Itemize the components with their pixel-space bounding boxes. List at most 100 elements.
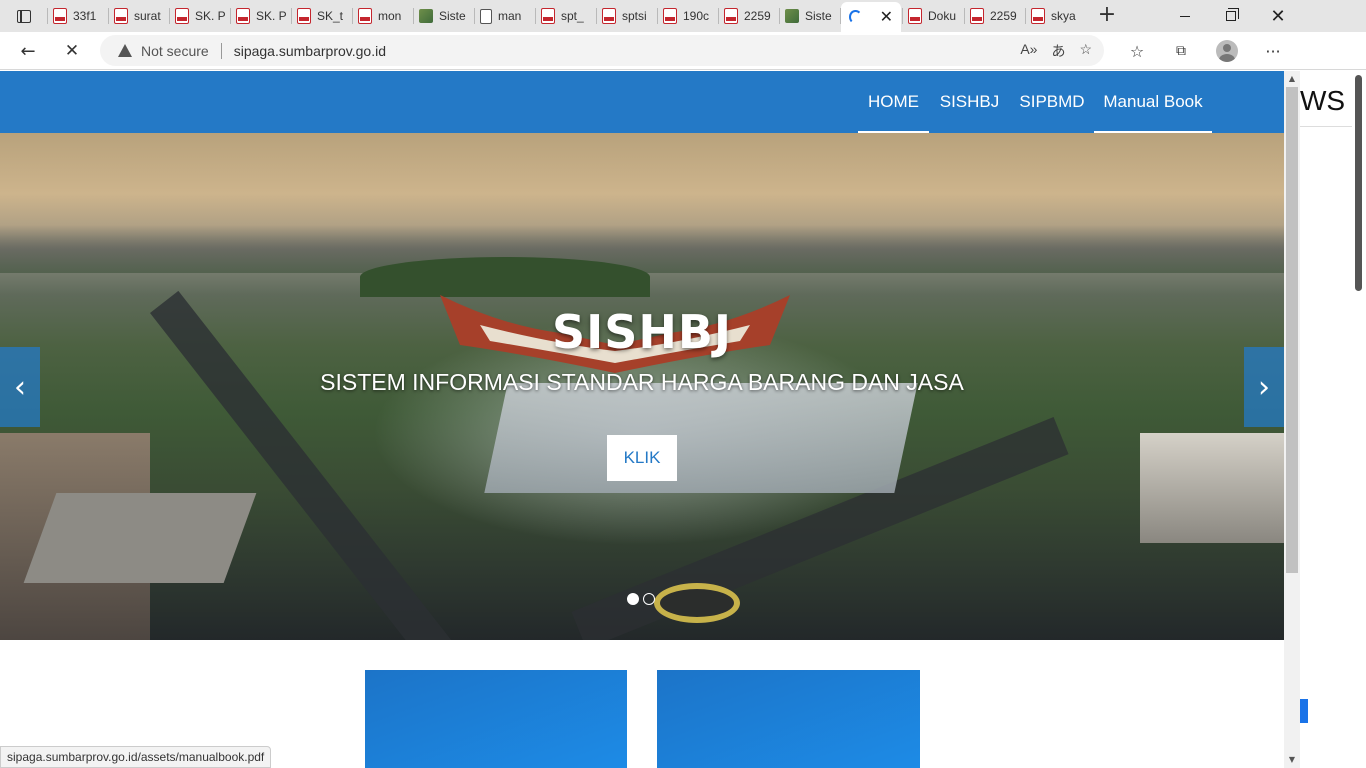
- nav-home[interactable]: HOME: [858, 71, 929, 133]
- carousel-indicators: [627, 593, 655, 605]
- pdf-icon: [724, 8, 738, 24]
- browser-tab[interactable]: 2259: [724, 4, 775, 28]
- document-icon: [480, 8, 492, 24]
- tab-separator: [596, 8, 597, 24]
- hero-subtitle: SISTEM INFORMASI STANDAR HARGA BARANG DA…: [320, 369, 964, 395]
- scroll-up-arrow-icon[interactable]: ▲: [1284, 71, 1300, 87]
- pdf-icon: [1031, 8, 1045, 24]
- browser-tab[interactable]: SK. P: [175, 4, 226, 28]
- browser-tab[interactable]: SK. P: [236, 4, 287, 28]
- tab-separator: [413, 8, 414, 24]
- pdf-icon: [970, 8, 984, 24]
- tab-separator: [47, 8, 48, 24]
- scroll-down-arrow-icon[interactable]: ▼: [1284, 752, 1300, 768]
- pdf-icon: [541, 8, 555, 24]
- tab-separator: [964, 8, 965, 24]
- hero-carousel: SISHBJ SISTEM INFORMASI STANDAR HARGA BA…: [0, 133, 1284, 640]
- tab-title: surat: [134, 9, 161, 23]
- carousel-next-chevron-icon[interactable]: ›: [1244, 347, 1284, 427]
- scrollbar-thumb[interactable]: [1286, 87, 1298, 573]
- pdf-icon: [53, 8, 67, 24]
- tab-separator: [169, 8, 170, 24]
- side-window-panel: WS: [1300, 71, 1366, 768]
- service-card-sishbj[interactable]: [365, 670, 627, 768]
- add-favorite-star-icon[interactable]: ☆: [1079, 41, 1092, 61]
- tab-title: spt_: [561, 9, 584, 23]
- tab-title: SK. P: [256, 9, 287, 23]
- back-arrow-icon[interactable]: ←: [13, 37, 43, 65]
- tab-separator: [779, 8, 780, 24]
- service-card-sipbmd[interactable]: [657, 670, 920, 768]
- browser-tab[interactable]: 33f1: [53, 4, 104, 28]
- site-navbar: HOME SISHBJ SIPBMD Manual Book: [0, 71, 1284, 133]
- carousel-dot[interactable]: [643, 593, 655, 605]
- tab-separator: [474, 8, 475, 24]
- loading-spinner-icon: [849, 10, 862, 24]
- side-window-button[interactable]: [1300, 699, 1308, 723]
- pdf-icon: [175, 8, 189, 24]
- tab-actions-menu-icon[interactable]: [8, 5, 40, 27]
- new-tab-button[interactable]: +: [1096, 4, 1118, 28]
- nav-manual-book[interactable]: Manual Book: [1094, 71, 1212, 133]
- tab-title: 2259: [990, 9, 1017, 23]
- carousel-dot[interactable]: [627, 593, 639, 605]
- pdf-icon: [114, 8, 128, 24]
- browser-tab[interactable]: man: [480, 4, 531, 28]
- tab-separator: [1025, 8, 1026, 24]
- address-separator: [220, 42, 222, 59]
- browser-tab[interactable]: mon: [358, 4, 409, 28]
- browser-tab[interactable]: 2259: [970, 4, 1021, 28]
- browser-tab[interactable]: surat: [114, 4, 165, 28]
- profile-avatar[interactable]: [1216, 40, 1238, 62]
- hero-building: [1140, 433, 1284, 543]
- link-status-bar: sipaga.sumbarprov.go.id/assets/manualboo…: [0, 746, 272, 768]
- tab-title: mon: [378, 9, 402, 23]
- site-icon: [785, 9, 799, 23]
- tab-title: 33f1: [73, 9, 97, 23]
- browser-tab-active[interactable]: ✕: [841, 2, 901, 32]
- close-tab-icon[interactable]: ✕: [880, 7, 893, 27]
- tab-separator: [535, 8, 536, 24]
- address-bar[interactable]: Not secure sipaga.sumbarprov.go.id A» あ …: [100, 35, 1104, 66]
- browser-tab[interactable]: Siste: [785, 4, 836, 28]
- klik-button[interactable]: KLIK: [607, 435, 677, 481]
- browser-tab[interactable]: SK_t: [297, 4, 348, 28]
- tab-title: Siste: [805, 9, 832, 23]
- read-aloud-icon[interactable]: A»: [1020, 41, 1037, 61]
- tab-title: SK_t: [317, 9, 344, 23]
- close-window-button[interactable]: ✕: [1255, 0, 1301, 32]
- page-scrollbar[interactable]: ▲ ▼: [1284, 71, 1300, 768]
- warning-icon[interactable]: [118, 44, 132, 57]
- tab-strip: 33f1 surat SK. P SK. P SK_t mon Siste man spt_ sp…: [0, 0, 1366, 32]
- tab-separator: [657, 8, 658, 24]
- browser-tab[interactable]: spt_: [541, 4, 592, 28]
- stop-loading-icon[interactable]: ✕: [57, 37, 87, 65]
- browser-tab[interactable]: skya: [1031, 4, 1082, 28]
- hero-title: SISHBJ: [551, 305, 733, 359]
- minimize-button[interactable]: [1162, 0, 1208, 32]
- carousel-prev-chevron-icon[interactable]: ‹: [0, 347, 40, 427]
- translate-icon[interactable]: あ: [1051, 41, 1065, 61]
- more-menu-icon[interactable]: ···: [1258, 37, 1288, 65]
- url-text[interactable]: sipaga.sumbarprov.go.id: [234, 43, 386, 59]
- restore-button[interactable]: [1208, 0, 1254, 32]
- browser-tab[interactable]: Doku: [908, 4, 960, 28]
- browser-toolbar: ← ✕ Not secure sipaga.sumbarprov.go.id A…: [0, 32, 1366, 89]
- tab-title: skya: [1051, 9, 1076, 23]
- pdf-icon: [602, 8, 616, 24]
- nav-sishbj[interactable]: SISHBJ: [939, 71, 1000, 133]
- tab-separator: [902, 8, 903, 24]
- nav-sipbmd[interactable]: SIPBMD: [1018, 71, 1086, 133]
- collections-icon[interactable]: ⧉: [1166, 37, 1196, 65]
- browser-tab[interactable]: 190c: [663, 4, 714, 28]
- pdf-icon: [663, 8, 677, 24]
- tab-title: 2259: [744, 9, 771, 23]
- side-window-scroll-thumb[interactable]: [1355, 75, 1362, 291]
- favorites-icon[interactable]: ☆: [1122, 37, 1152, 65]
- tab-title: 190c: [683, 9, 710, 23]
- security-label[interactable]: Not secure: [141, 43, 209, 59]
- browser-tab[interactable]: Siste: [419, 4, 470, 28]
- tab-title: Siste: [439, 9, 466, 23]
- browser-tab[interactable]: sptsi: [602, 4, 653, 28]
- tab-title: SK. P: [195, 9, 226, 23]
